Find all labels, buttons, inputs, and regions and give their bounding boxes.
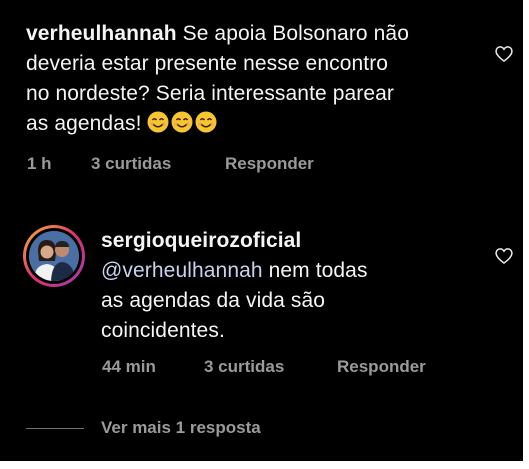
smiling-face-icon	[195, 111, 217, 133]
divider-line	[26, 428, 84, 429]
comment-line: @verheulhannah nem todas	[101, 256, 368, 286]
comment-time: 1 h	[27, 154, 52, 173]
comment-body: sergioqueirozoficial @verheulhannah nem …	[101, 226, 368, 346]
comment-username[interactable]: verheulhannah	[26, 22, 177, 45]
comment-line: verheulhannah Se apoia Bolsonaro não	[26, 19, 409, 49]
comment-line: coincidentes.	[101, 319, 225, 342]
likes-count[interactable]: 3 curtidas	[204, 357, 284, 377]
mention-link[interactable]: @verheulhannah	[101, 259, 263, 282]
view-more-replies-button[interactable]: Ver mais 1 resposta	[101, 418, 261, 438]
comment-line: no nordeste? Seria interessante parear	[26, 82, 395, 105]
profile-photo-icon	[29, 231, 79, 281]
heart-like-icon[interactable]	[494, 246, 514, 266]
comment-text: Se apoia Bolsonaro não	[176, 22, 409, 45]
comment-text: as agendas!	[26, 112, 148, 135]
comment-line: deveria estar presente nesse encontro	[26, 52, 389, 75]
comment-time: 44 min	[102, 357, 156, 376]
comments-screen: verheulhannah Se apoia Bolsonaro não dev…	[0, 0, 523, 461]
comment-line: as agendas!	[26, 109, 409, 139]
comment-line: as agendas da vida são	[101, 289, 326, 312]
heart-like-icon[interactable]	[494, 44, 514, 64]
reply-button[interactable]: Responder	[225, 154, 314, 174]
smiling-face-icon	[147, 111, 169, 133]
comment-body: verheulhannah Se apoia Bolsonaro não dev…	[26, 19, 409, 139]
avatar-ring	[26, 228, 82, 284]
avatar[interactable]	[23, 225, 85, 287]
likes-count[interactable]: 3 curtidas	[91, 154, 171, 174]
comment-username[interactable]: sergioqueirozoficial	[101, 229, 301, 252]
avatar-photo	[29, 231, 79, 281]
reply-button[interactable]: Responder	[337, 357, 426, 377]
comment-line: sergioqueirozoficial	[101, 226, 368, 256]
comment-text: nem todas	[262, 259, 368, 282]
smiling-face-icon	[171, 111, 193, 133]
